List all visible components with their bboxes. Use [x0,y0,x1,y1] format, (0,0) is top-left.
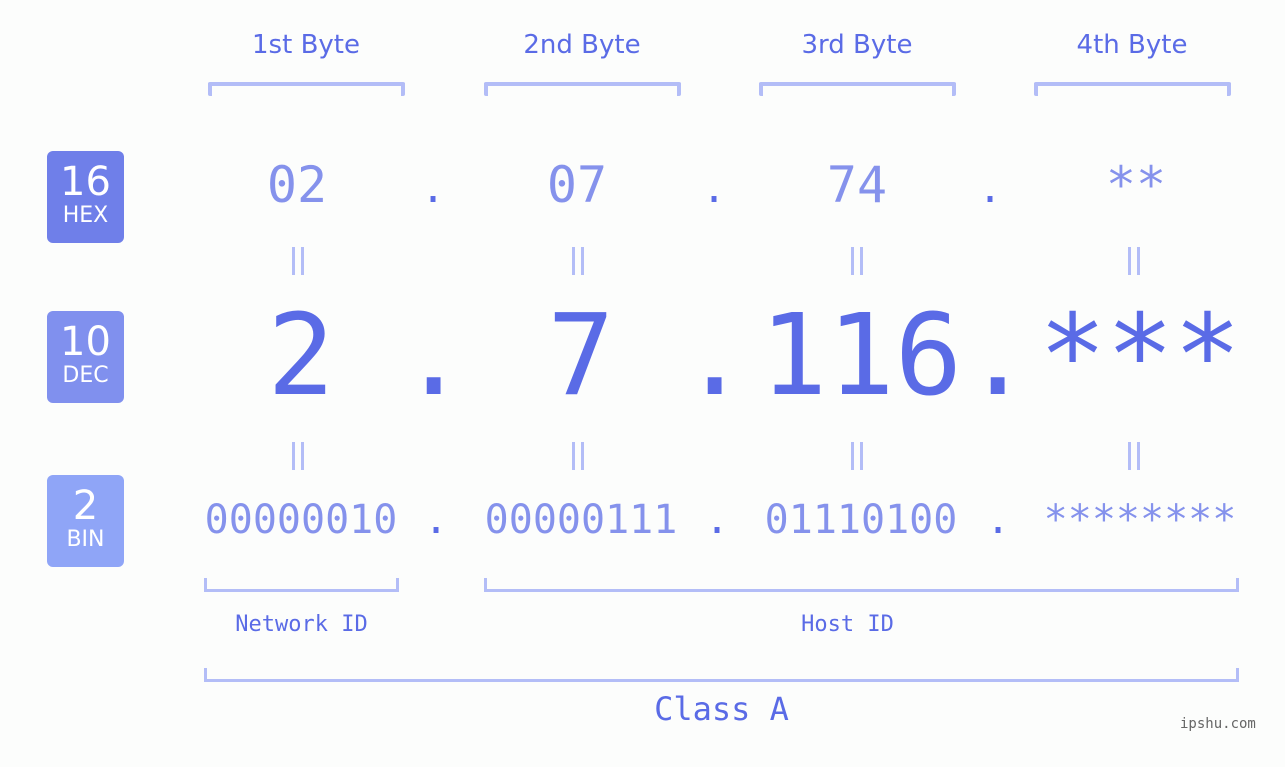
dec-badge-number: 10 [60,319,111,365]
hex-value-3: 74 [826,156,888,214]
dec-separator-2: . [681,291,749,421]
bin-separator-1: . [424,497,449,543]
hex-value-2: 07 [546,156,608,214]
equals-marker [572,442,584,470]
class-bracket [204,668,1239,682]
dec-value-4: *** [1038,291,1242,421]
dec-badge-label: DEC [62,363,109,388]
bin-separator-3: . [986,497,1011,543]
byte-header-4: 4th Byte [1076,30,1188,60]
equals-marker [572,247,584,275]
byte-header-3: 3rd Byte [801,30,913,60]
dec-value-2: 7 [547,291,615,421]
dec-value-1: 2 [267,291,335,421]
hex-value-4: ** [1105,156,1167,214]
equals-marker [1128,247,1140,275]
dec-value-3: 116 [759,291,963,421]
bin-value-4: ******** [1043,497,1237,543]
bin-value-1: 00000010 [204,497,398,543]
equals-marker [1128,442,1140,470]
hex-separator-1: . [421,166,446,212]
host-id-bracket [484,578,1239,592]
bin-value-3: 01110100 [764,497,958,543]
hex-badge: 16 HEX [47,151,124,243]
bin-badge-label: BIN [66,527,105,552]
dec-badge: 10 DEC [47,311,124,403]
byte-bracket-1 [208,82,405,96]
equals-marker [292,442,304,470]
byte-header-2: 2nd Byte [523,30,641,60]
byte-bracket-3 [759,82,956,96]
equals-marker [292,247,304,275]
hex-separator-2: . [702,166,727,212]
bin-value-2: 00000111 [484,497,678,543]
hex-separator-3: . [978,166,1003,212]
dec-separator-1: . [400,291,468,421]
byte-header-1: 1st Byte [252,30,360,60]
dec-separator-3: . [964,291,1032,421]
hex-badge-number: 16 [60,159,111,205]
class-label: Class A [654,690,789,728]
network-id-label: Network ID [235,612,368,637]
byte-bracket-2 [484,82,681,96]
hex-value-1: 02 [266,156,328,214]
bin-badge-number: 2 [72,483,99,529]
hex-badge-label: HEX [62,203,109,228]
equals-marker [851,247,863,275]
bin-separator-2: . [705,497,730,543]
host-id-label: Host ID [801,612,894,637]
bin-badge: 2 BIN [47,475,124,567]
watermark: ipshu.com [1180,716,1256,732]
equals-marker [851,442,863,470]
network-id-bracket [204,578,399,592]
byte-bracket-4 [1034,82,1231,96]
